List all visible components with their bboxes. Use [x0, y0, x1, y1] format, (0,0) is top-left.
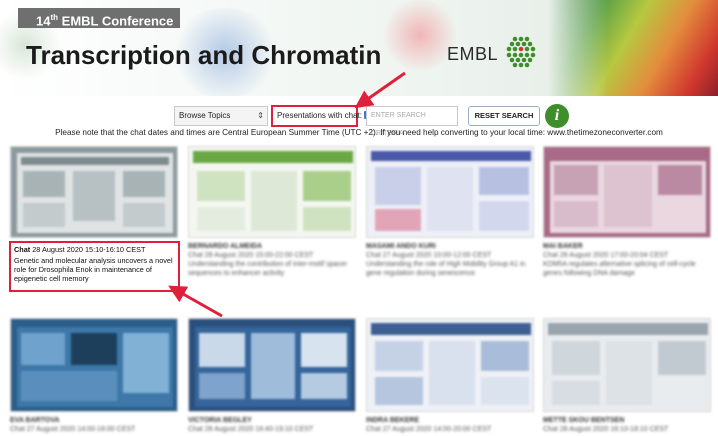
poster-card-text: MASAMI ANDO KURI Chat 27 August 2020 10:… [366, 242, 534, 278]
poster-card-text: MAI BAKER Chat 28 August 2020 17:00-20:0… [543, 242, 711, 278]
poster-thumbnail[interactable] [188, 146, 356, 238]
chat-time: Chat 28 August 2020 17:00-20:04 CEST [543, 252, 669, 259]
chat-filter-label: Presentations with chat: [277, 111, 362, 120]
poster-thumbnail[interactable] [543, 318, 711, 412]
banner-artwork [548, 0, 718, 96]
presentations-with-chat-filter[interactable]: Presentations with chat: [271, 105, 372, 127]
poster-thumbnail[interactable] [366, 318, 534, 412]
chat-time: Chat 28 August 2020 16:40-19:10 CEST [188, 426, 314, 433]
chat-time: Chat 28 August 2020 15:00-22:00 CEST [188, 252, 314, 259]
embl-hexagon-logo-icon [506, 36, 536, 68]
reset-search-button[interactable]: RESET SEARCH [468, 106, 540, 126]
presenter-name: VICTORIA BEGLEY [188, 417, 252, 424]
poster-thumbnail[interactable] [366, 146, 534, 238]
chevron-updown-icon: ⇕ [257, 111, 264, 120]
chat-time: Chat 27 August 2020 14:00-16:00 CEST [10, 426, 136, 433]
poster-card-text: VICTORIA BEGLEY Chat 28 August 2020 16:4… [188, 416, 313, 434]
poster-thumbnail[interactable] [543, 146, 711, 238]
poster-card-text: EVA BARTOVA Chat 27 August 2020 14:00-16… [10, 416, 135, 434]
poster-card-text: METTE SKOU BENTSEN Chat 28 August 2020 1… [543, 416, 668, 434]
browse-topics-label: Browse Topics [179, 111, 231, 120]
poster-title: Genetic and molecular analysis uncovers … [14, 256, 173, 283]
embl-logo-text: EMBL [447, 44, 499, 64]
conference-label: 14th EMBL Conference [18, 8, 180, 28]
timezone-notice: Please note that the chat dates and time… [55, 128, 663, 137]
highlighted-card-info[interactable]: Chat 28 August 2020 15:10-16:10 CEST Gen… [9, 241, 180, 292]
poster-title: KDM5A regulates alternative splicing of … [543, 261, 696, 277]
page-title: Transcription and Chromatin [26, 40, 382, 70]
presenter-name: METTE SKOU BENTSEN [543, 417, 625, 424]
filter-toolbar: Browse Topics ⇕ Presentations with chat:… [0, 102, 718, 137]
presenter-name: MAI BAKER [543, 243, 583, 250]
poster-title: Understanding the role of High Mobility … [366, 261, 526, 277]
arrow-to-card-info [168, 285, 223, 318]
poster-thumbnail[interactable] [10, 146, 178, 238]
presenter-name: BERNARDO ALMEIDA [188, 243, 263, 250]
poster-thumbnail[interactable] [188, 318, 356, 412]
poster-title: Understanding the contribution of inter-… [188, 261, 348, 277]
chat-time: Chat 28 August 2020 16:10-18:10 CEST [543, 426, 669, 433]
poster-card-text: INDRA BEKERE Chat 27 August 2020 14:00-2… [366, 416, 491, 434]
poster-thumbnail[interactable] [10, 318, 178, 412]
presenter-name: INDRA BEKERE [366, 417, 420, 424]
info-icon[interactable]: i [545, 104, 569, 128]
chat-time: Chat 28 August 2020 15:10-16:10 CEST [14, 245, 146, 254]
search-input[interactable]: ENTER SEARCH CRITERIA [366, 106, 458, 137]
chat-time: Chat 27 August 2020 10:00-12:00 CEST [366, 252, 492, 259]
presenter-name: MASAMI ANDO KURI [366, 243, 436, 250]
chat-time: Chat 27 August 2020 14:00-20:00 CEST [366, 426, 492, 433]
conference-banner: 14th EMBL Conference Transcription and C… [0, 0, 718, 96]
presenter-name: EVA BARTOVA [10, 417, 60, 424]
poster-card-text: BERNARDO ALMEIDA Chat 28 August 2020 15:… [188, 242, 356, 278]
browse-topics-select[interactable]: Browse Topics ⇕ [174, 106, 268, 126]
